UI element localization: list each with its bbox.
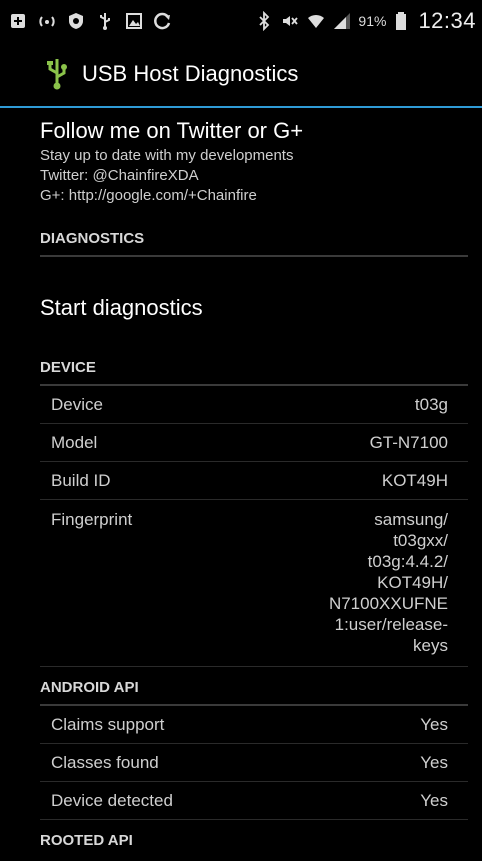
row-value-fingerprint: samsung/ t03gxx/ t03g:4.4.2/ KOT49H/ N71… <box>329 509 448 656</box>
usb-icon <box>95 11 115 31</box>
system-icons: 91% 12:34 <box>254 8 482 34</box>
row-value: Yes <box>420 714 448 734</box>
row-label: Device detected <box>51 790 173 810</box>
row-label: Fingerprint <box>51 510 133 529</box>
follow-title: Follow me on Twitter or G+ <box>40 118 304 143</box>
section-header-device: DEVICE <box>40 359 468 386</box>
android-api-row-classes: Classes found Yes <box>40 744 468 782</box>
row-label: Model <box>51 432 98 452</box>
follow-description: Stay up to date with my developments <box>40 147 294 164</box>
fingerprint-line: KOT49H/ <box>377 573 448 592</box>
follow-card[interactable]: Follow me on Twitter or G+ Stay up to da… <box>0 108 482 206</box>
android-api-row-detected: Device detected Yes <box>40 782 468 820</box>
row-label: Classes found <box>51 752 159 772</box>
content-scroll[interactable]: Follow me on Twitter or G+ Stay up to da… <box>0 108 482 858</box>
clock: 12:34 <box>418 8 476 33</box>
fingerprint-line: samsung/ <box>374 510 448 529</box>
section-header-android-api: ANDROID API <box>40 679 468 706</box>
fingerprint-line: t03gxx/ <box>393 531 448 550</box>
signal-icon <box>332 11 352 31</box>
status-bar: 91% 12:34 <box>0 0 482 42</box>
image-icon <box>124 11 144 31</box>
section-header-diagnostics: DIAGNOSTICS <box>40 230 468 257</box>
section-header-rooted-api: ROOTED API <box>40 832 133 849</box>
refresh-icon <box>153 11 173 31</box>
notification-icons <box>0 11 173 31</box>
battery-percentage: 91% <box>358 13 387 29</box>
start-diagnostics-button[interactable]: Start diagnostics <box>40 295 442 321</box>
device-row-model: Model GT-N7100 <box>40 424 468 462</box>
device-row-fingerprint: Fingerprint samsung/ t03gxx/ t03g:4.4.2/… <box>40 500 468 667</box>
follow-gplus: G+: http://google.com/+Chainfire <box>40 187 257 204</box>
device-row-device: Device t03g <box>40 386 468 424</box>
battery-icon <box>392 11 412 31</box>
mute-icon <box>280 11 300 31</box>
wifi-hotspot-icon <box>37 11 57 31</box>
row-label: Claims support <box>51 714 165 734</box>
usb-app-icon <box>47 59 67 90</box>
action-bar: USB Host Diagnostics <box>0 42 482 108</box>
wifi-icon <box>306 11 326 31</box>
row-label: Device <box>51 394 103 414</box>
plus-square-icon <box>8 11 28 31</box>
shield-icon <box>66 11 86 31</box>
row-value: GT-N7100 <box>369 432 448 452</box>
fingerprint-line: N7100XXUFNE <box>328 594 448 613</box>
bluetooth-icon <box>254 11 274 31</box>
row-value: Yes <box>420 752 448 772</box>
fingerprint-line: t03g:4.4.2/ <box>367 552 448 571</box>
android-api-row-claims: Claims support Yes <box>40 706 468 744</box>
row-value: t03g <box>414 394 448 414</box>
row-value: Yes <box>420 790 448 810</box>
app-title: USB Host Diagnostics <box>82 61 299 86</box>
row-value: KOT49H <box>381 470 448 490</box>
follow-twitter: Twitter: @ChainfireXDA <box>40 167 199 184</box>
fingerprint-line: keys <box>413 636 448 655</box>
device-row-build-id: Build ID KOT49H <box>40 462 468 500</box>
fingerprint-line: 1:user/release- <box>334 615 448 634</box>
row-label: Build ID <box>51 470 111 490</box>
